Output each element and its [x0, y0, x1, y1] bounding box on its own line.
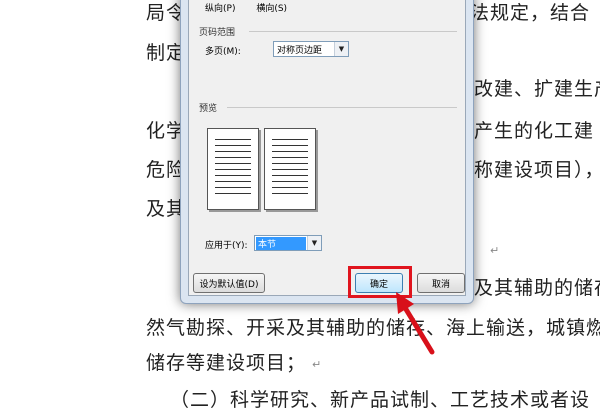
doc-line-5-right: 称建设项目），	[474, 159, 600, 181]
apply-to-label: 应用于(Y):	[205, 241, 248, 251]
multi-page-select[interactable]: 对称页边距 ▼	[273, 41, 349, 57]
chevron-down-icon[interactable]: ▼	[307, 236, 321, 250]
page-range-divider	[249, 31, 457, 32]
paragraph-mark: ↵	[490, 244, 500, 257]
preview-page-right	[264, 128, 316, 210]
doc-line-1-right: 法规定，结合	[470, 2, 591, 24]
landscape-option[interactable]: 横向(S)	[256, 4, 287, 14]
multi-page-label: 多页(M):	[205, 47, 241, 57]
doc-line-10: （二）科学研究、新产品试制、工艺技术或者设	[170, 389, 591, 411]
paragraph-mark: ↵	[312, 358, 322, 371]
doc-line-7-right: 及其辅助的储存	[474, 277, 600, 299]
page-range-group-label: 页码范围	[199, 28, 236, 38]
doc-line-4-right: 产生的化工建	[474, 120, 595, 142]
orientation-options: 纵向(P) 横向(S)	[205, 1, 305, 14]
apply-to-value: 本节	[256, 236, 306, 250]
doc-line-3-right: 改建、扩建生产	[474, 78, 600, 100]
apply-to-select[interactable]: 本节 ▼	[254, 235, 322, 251]
preview-page-left	[207, 128, 259, 210]
preview-divider	[227, 107, 457, 108]
set-default-button[interactable]: 设为默认值(D)	[193, 273, 265, 293]
chevron-down-icon[interactable]: ▼	[334, 42, 348, 56]
dialog-client-area: 纵向(P) 横向(S) 页码范围 多页(M): 对称页边距 ▼ 预览 应用于(Y…	[188, 0, 466, 296]
portrait-option[interactable]: 纵向(P)	[205, 4, 235, 14]
red-arrow-icon	[396, 292, 435, 355]
multi-page-value: 对称页边距	[277, 45, 323, 56]
preview-group-label: 预览	[199, 104, 218, 114]
page-setup-dialog: 纵向(P) 横向(S) 页码范围 多页(M): 对称页边距 ▼ 预览 应用于(Y…	[180, 0, 474, 304]
doc-line-8: 然气勘探、开采及其辅助的储存、海上输送，城镇燃	[146, 317, 600, 339]
doc-line-9: 储存等建设项目；	[146, 352, 307, 374]
